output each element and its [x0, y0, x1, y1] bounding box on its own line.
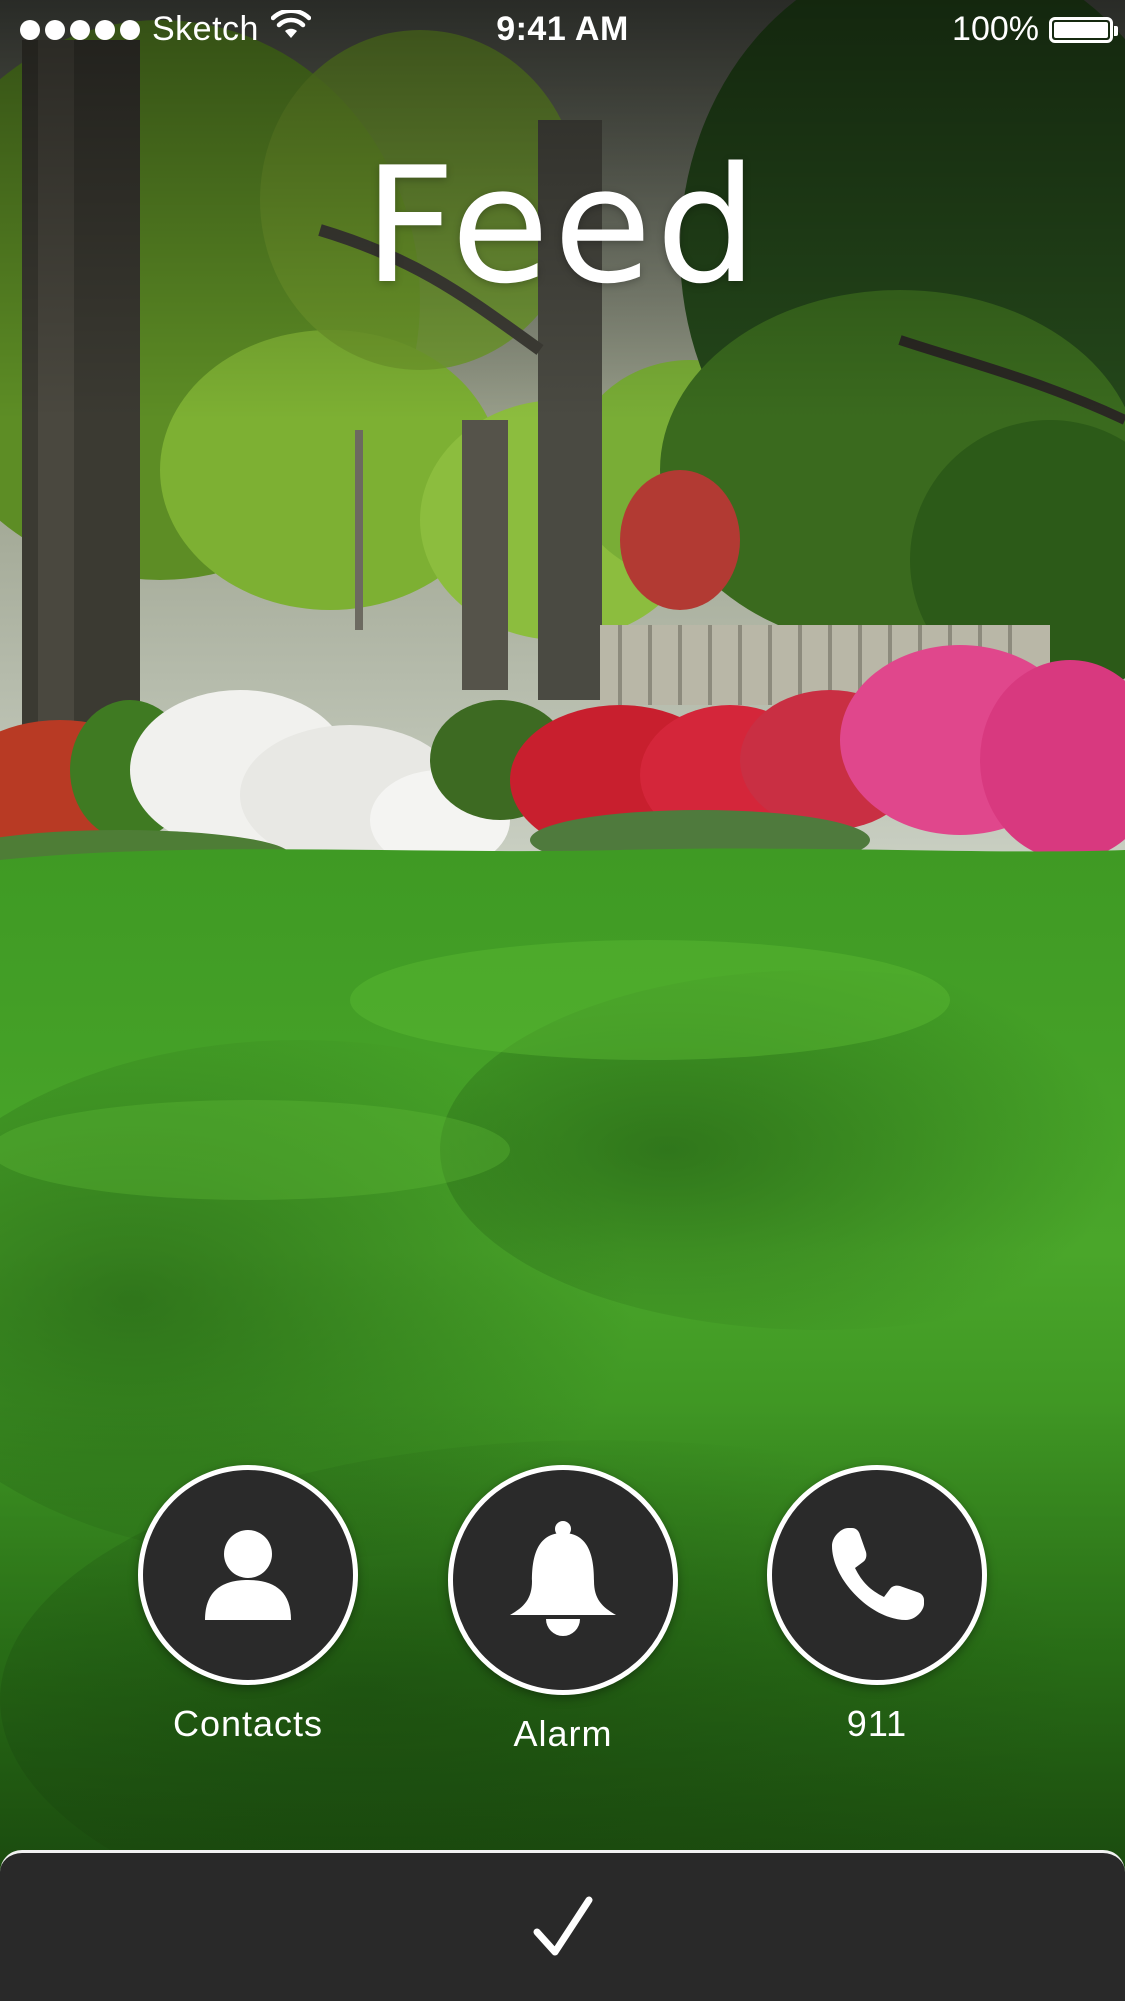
- bottom-confirm-bar[interactable]: [0, 1850, 1125, 2001]
- alarm-button[interactable]: [448, 1465, 678, 1695]
- battery-level-fill: [1054, 21, 1108, 38]
- battery-icon: [1049, 16, 1118, 43]
- status-bar: Sketch 9:41 AM 100%: [0, 0, 1125, 60]
- status-right: 100%: [952, 10, 1118, 49]
- contacts-action[interactable]: Contacts: [128, 1465, 368, 1745]
- phone-icon: [832, 1528, 924, 1620]
- emergency-call-label: 911: [846, 1703, 908, 1744]
- battery-percentage: 100%: [952, 10, 1039, 48]
- checkmark-icon[interactable]: [531, 1894, 595, 1960]
- contacts-label: Contacts: [172, 1703, 324, 1744]
- bell-icon: [510, 1521, 616, 1636]
- alarm-action[interactable]: Alarm: [443, 1465, 683, 1755]
- person-icon: [205, 1530, 291, 1620]
- alarm-label: Alarm: [513, 1713, 613, 1754]
- contacts-button[interactable]: [138, 1465, 358, 1685]
- emergency-call-action[interactable]: 911: [757, 1465, 997, 1745]
- quick-actions: Contacts Alarm 911: [0, 1465, 1125, 1765]
- page-title: Feed: [363, 132, 762, 319]
- emergency-call-button[interactable]: [767, 1465, 987, 1685]
